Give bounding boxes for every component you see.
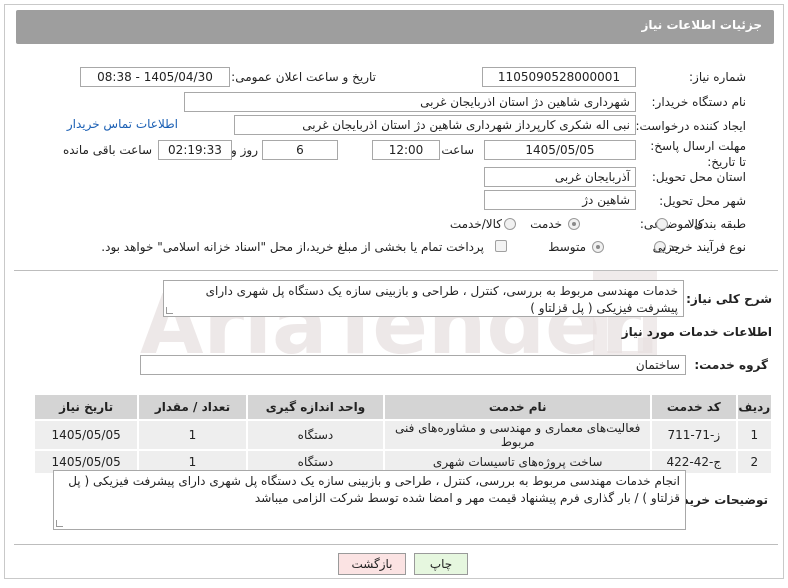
- category-radio-service[interactable]: [568, 218, 580, 230]
- footer-divider: [14, 544, 778, 545]
- services-table: ردیف کد خدمت نام خدمت واحد اندازه گیری ت…: [32, 393, 774, 475]
- col-quantity: تعداد / مقدار: [137, 393, 248, 421]
- need-number-field: 1105090528000001: [482, 67, 636, 87]
- cell-need-date: 1405/05/05: [32, 419, 140, 451]
- announce-datetime-label: تاریخ و ساعت اعلان عمومی:: [231, 70, 376, 84]
- service-group-label: گروه خدمت:: [694, 358, 768, 372]
- deadline-date-field: 1405/05/05: [484, 140, 636, 160]
- col-unit: واحد اندازه گیری: [245, 393, 386, 421]
- days-label: روز و: [231, 143, 258, 157]
- remaining-time-label: ساعت باقی مانده: [62, 143, 152, 157]
- buyer-org-label: نام دستگاه خریدار:: [651, 95, 747, 109]
- buyer-notes-textarea[interactable]: انجام خدمات مهندسی مربوط به بررسی، کنترل…: [53, 470, 686, 530]
- col-service-code: کد خدمت: [650, 393, 738, 421]
- days-field: 6: [262, 140, 338, 160]
- category-option-service: خدمت: [530, 217, 562, 231]
- purchase-option-medium: متوسط: [548, 240, 586, 254]
- need-number-label: شماره نیاز:: [689, 70, 746, 84]
- table-row: 1 ز-71-711 فعالیت‌های معماری و مهندسی و …: [32, 419, 774, 451]
- cell-quantity: 1: [137, 419, 248, 451]
- resize-grip-icon[interactable]: [166, 307, 173, 314]
- deadline-time-field: 12:00: [372, 140, 440, 160]
- services-table-header: ردیف کد خدمت نام خدمت واحد اندازه گیری ت…: [32, 393, 774, 421]
- cell-service-name: فعالیت‌های معماری و مهندسی و مشاوره‌های …: [383, 419, 653, 451]
- header-bar: جزئیات اطلاعات نیاز: [16, 10, 774, 44]
- purchase-radio-medium[interactable]: [592, 241, 604, 253]
- back-button[interactable]: بازگشت: [338, 553, 406, 575]
- col-row-number: ردیف: [735, 393, 774, 421]
- category-option-goods: کالا: [687, 217, 704, 231]
- city-label: شهر محل تحویل:: [659, 194, 746, 208]
- requester-field: نبی اله شکری کارپرداز شهرداری شاهین دژ ا…: [234, 115, 636, 135]
- requester-label: ایجاد کننده درخواست:: [635, 119, 746, 133]
- remaining-time-field: 02:19:33: [158, 140, 232, 160]
- treasury-note: پرداخت تمام یا بخشی از مبلغ خرید،از محل …: [101, 240, 484, 254]
- general-desc-textarea[interactable]: خدمات مهندسی مربوط به بررسی، کنترل ، طرا…: [163, 280, 684, 317]
- cell-row-number: 1: [735, 419, 774, 451]
- resize-grip-icon[interactable]: [56, 520, 63, 527]
- service-group-field: ساختمان: [140, 355, 686, 375]
- cell-service-code: ز-71-711: [650, 419, 738, 451]
- buyer-contact-link[interactable]: اطلاعات تماس خریدار: [67, 117, 178, 131]
- col-service-name: نام خدمت: [383, 393, 653, 421]
- category-option-goods-service: کالا/خدمت: [449, 217, 502, 231]
- buyer-notes-text: انجام خدمات مهندسی مربوط به بررسی، کنترل…: [68, 474, 680, 505]
- announce-datetime-field: 1405/04/30 - 08:38: [80, 67, 230, 87]
- category-radio-goods[interactable]: [656, 218, 668, 230]
- buyer-org-field: شهرداری شاهین دژ استان اذربایجان غربی: [184, 92, 636, 112]
- general-desc-label: شرح کلی نیاز:: [686, 292, 772, 306]
- treasury-checkbox[interactable]: [495, 240, 507, 252]
- print-button[interactable]: چاپ: [414, 553, 468, 575]
- general-desc-text: خدمات مهندسی مربوط به بررسی، کنترل ، طرا…: [205, 284, 678, 315]
- category-radio-goods-service[interactable]: [504, 218, 516, 230]
- purchase-option-minor: جزیی: [652, 240, 680, 254]
- cell-unit: دستگاه: [245, 419, 386, 451]
- city-field: شاهین دژ: [484, 190, 636, 210]
- deadline-time-label: ساعت: [441, 143, 474, 157]
- section-divider: [14, 270, 778, 271]
- page-title: جزئیات اطلاعات نیاز: [641, 18, 762, 32]
- services-info-heading: اطلاعات خدمات مورد نیاز: [621, 325, 772, 339]
- deadline-label: مهلت ارسال پاسخ: تا تاریخ:: [650, 139, 746, 169]
- col-need-date: تاریخ نیاز: [32, 393, 140, 421]
- cell-row-number: 2: [735, 449, 774, 475]
- province-label: استان محل تحویل:: [651, 170, 746, 184]
- province-field: آذربایجان غربی: [484, 167, 636, 187]
